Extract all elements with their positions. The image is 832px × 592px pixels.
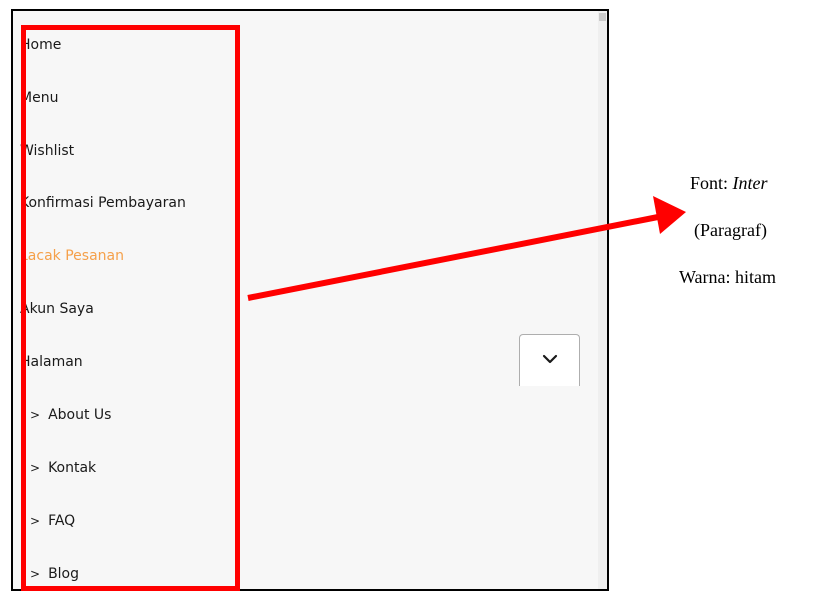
annotation-font-prefix: Font: [690,173,733,193]
annotation-color-line: Warna: hitam [679,267,777,287]
annotation-font-name: Inter [732,173,768,193]
annotation-arrow [247,196,686,301]
annotation-type-line: (Paragraf) [694,220,767,240]
annotation-font-line: Font: Inter [690,173,768,194]
